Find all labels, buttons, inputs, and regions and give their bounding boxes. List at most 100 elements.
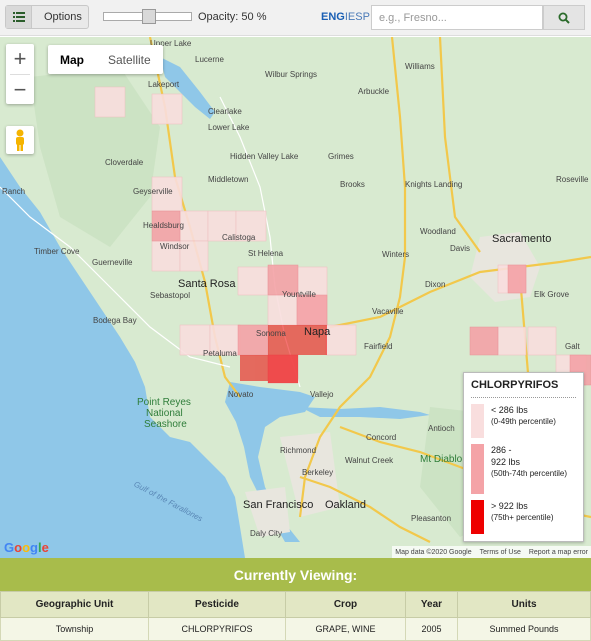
map-type-map-button[interactable]: Map	[48, 45, 96, 74]
map-label: Dixon	[425, 280, 446, 289]
google-logo[interactable]: Google	[4, 540, 49, 555]
table-header-row: Geographic Unit Pesticide Crop Year Unit…	[0, 591, 591, 618]
legend-mid-range-start: 286 -	[491, 445, 512, 455]
column-header: Year	[405, 591, 458, 618]
map-label: Richmond	[280, 446, 317, 455]
terms-of-use-link[interactable]: Terms of Use	[480, 549, 521, 556]
map-label: Bodega Bay	[93, 316, 137, 325]
map-type-control: Map Satellite	[48, 45, 163, 74]
map-label: Middletown	[208, 175, 249, 184]
map-label: Galt	[565, 342, 580, 351]
map-label: Vacaville	[372, 307, 404, 316]
legend-swatch-high	[471, 500, 484, 534]
map-label: Calistoga	[222, 233, 256, 242]
table-cell: GRAPE, WINE	[285, 617, 406, 641]
map-label: Clearlake	[208, 107, 242, 116]
pegman-icon	[16, 129, 24, 151]
map-label: Lower Lake	[208, 123, 250, 132]
map-label: Fairfield	[364, 342, 393, 351]
opacity-label: Opacity: 50 %	[198, 11, 267, 23]
map-label: St Helena	[248, 249, 284, 258]
map-label: Point Reyes	[137, 397, 191, 408]
zoom-in-button[interactable]: +	[6, 44, 34, 74]
legend-title: CHLORPYRIFOS	[471, 379, 576, 398]
currently-viewing-header: Currently Viewing:	[0, 558, 591, 591]
language-toggle: ENGIESP	[321, 11, 370, 23]
map-label: Mt Diablo	[420, 454, 463, 465]
legend-swatch-mid	[471, 444, 484, 494]
map-label: Geyserville	[133, 187, 173, 196]
table-cell: Township	[0, 617, 149, 641]
column-header: Pesticide	[148, 591, 286, 618]
map-label: Elk Grove	[534, 290, 570, 299]
legend-low-percentile: (0-49th percentile)	[491, 417, 556, 426]
map-label: Ranch	[2, 187, 26, 196]
map-label: Oakland	[325, 499, 366, 511]
map-label: Brooks	[340, 180, 365, 189]
map-label: San Francisco	[243, 499, 314, 511]
list-icon	[6, 6, 32, 28]
options-button[interactable]: Options	[5, 5, 89, 29]
zoom-control: + −	[6, 44, 34, 104]
legend-text-mid: 286 - 922 lbs (50th-74th percentile)	[484, 444, 567, 494]
legend-item-low: < 286 lbs (0-49th percentile)	[471, 404, 576, 438]
map-label: Winters	[382, 250, 410, 259]
map-label: Guerneville	[92, 258, 133, 267]
map-label: Petaluma	[203, 349, 237, 358]
map-label: Hidden Valley Lake	[230, 152, 299, 161]
map-label: Antioch	[428, 424, 455, 433]
highway-i5	[438, 37, 481, 253]
map-label: Sonoma	[256, 329, 286, 338]
table-cell: 2005	[405, 617, 458, 641]
map-label: Santa Rosa	[178, 278, 236, 290]
map-label: Wilbur Springs	[265, 70, 318, 79]
table-row: Township CHLORPYRIFOS GRAPE, WINE 2005 S…	[0, 617, 591, 641]
map-label: Windsor	[160, 242, 190, 251]
zoom-out-button[interactable]: −	[6, 75, 34, 105]
column-header: Crop	[285, 591, 406, 618]
location-search-input[interactable]	[371, 5, 543, 30]
map-label: National	[146, 408, 183, 419]
opacity-slider-thumb[interactable]	[142, 9, 156, 24]
column-header: Units	[457, 591, 591, 618]
map-label: Timber Cove	[34, 247, 80, 256]
map-attribution: Map data ©2020 Google Terms of Use Repor…	[392, 546, 591, 558]
map-label: Napa	[304, 326, 331, 338]
map-label: Grimes	[328, 152, 354, 161]
legend-mid-range-end: 922 lbs	[491, 457, 521, 467]
map-label: Walnut Creek	[345, 456, 394, 465]
map-label: Williams	[405, 62, 435, 71]
legend-text-low: < 286 lbs (0-49th percentile)	[484, 404, 556, 438]
map-label: Arbuckle	[358, 87, 390, 96]
search-button[interactable]	[543, 5, 585, 30]
map-label: Seashore	[144, 419, 187, 430]
map-canvas[interactable]: Upper Lake Lucerne Lakeport Wilbur Sprin…	[0, 37, 591, 558]
top-toolbar: Options Opacity: 50 % ENGIESP	[0, 0, 591, 36]
opacity-slider[interactable]	[103, 9, 192, 24]
language-english[interactable]: ENG	[321, 11, 345, 23]
legend-swatch-low	[471, 404, 484, 438]
report-error-link[interactable]: Report a map error	[529, 549, 588, 556]
map-label: Daly City	[250, 529, 283, 538]
map-label: Roseville	[556, 175, 589, 184]
legend-item-mid: 286 - 922 lbs (50th-74th percentile)	[471, 444, 576, 494]
currently-viewing-table: Geographic Unit Pesticide Crop Year Unit…	[0, 591, 591, 641]
map-label: Healdsburg	[143, 221, 184, 230]
search-icon	[558, 12, 570, 24]
map-label: Knights Landing	[405, 180, 463, 189]
legend-high-percentile: (75th+ percentile)	[491, 513, 554, 522]
table-cell: CHLORPYRIFOS	[148, 617, 286, 641]
map-label: Lucerne	[195, 55, 224, 64]
map-label: Berkeley	[302, 468, 334, 477]
map-label: Sacramento	[492, 233, 552, 245]
legend-high-range: > 922 lbs	[491, 501, 528, 511]
suisun-bay	[300, 407, 430, 419]
map-type-satellite-button[interactable]: Satellite	[96, 45, 163, 74]
legend-low-range: < 286 lbs	[491, 405, 528, 415]
language-spanish[interactable]: ESP	[348, 11, 370, 23]
column-header: Geographic Unit	[0, 591, 149, 618]
legend-text-high: > 922 lbs (75th+ percentile)	[484, 500, 553, 534]
table-cell: Summed Pounds	[457, 617, 591, 641]
legend-item-high: > 922 lbs (75th+ percentile)	[471, 500, 576, 534]
street-view-pegman[interactable]	[6, 126, 34, 154]
